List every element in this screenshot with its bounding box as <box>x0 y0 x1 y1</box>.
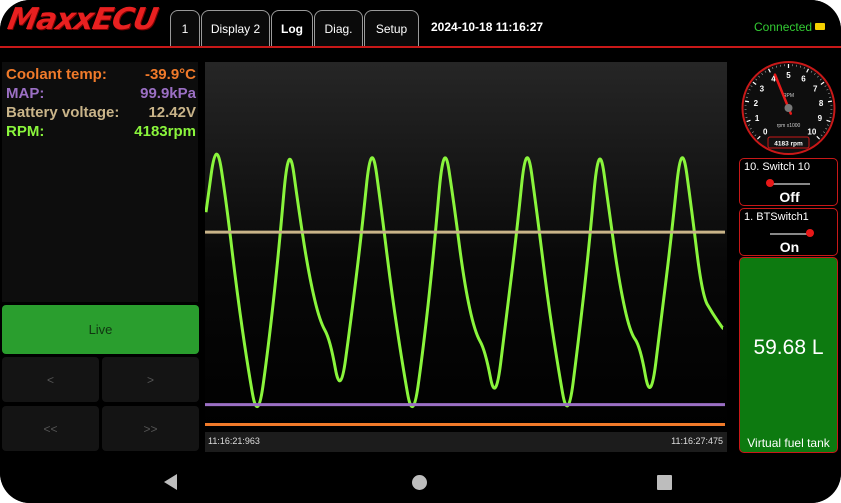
home-icon[interactable] <box>412 475 427 490</box>
value-row-rpm: RPM: 4183rpm <box>6 123 196 143</box>
virtual-fuel-tank-panel: 59.68 L Virtual fuel tank <box>739 257 838 453</box>
connection-indicator-icon <box>815 23 825 30</box>
fuel-panel-label: Virtual fuel tank <box>747 436 830 450</box>
tab-diag[interactable]: Diag. <box>314 10 363 46</box>
gauge-tick-label: 6 <box>801 75 806 84</box>
gauge-tick-label: 5 <box>786 71 791 80</box>
gauge-tick-label: 3 <box>760 85 765 94</box>
switch-10-card[interactable]: 10. Switch 10 Off <box>739 158 838 206</box>
value-row-battery: Battery voltage: 12.42V <box>6 104 196 124</box>
tab-setup[interactable]: Setup <box>364 10 419 46</box>
value-reading: 99.9kPa <box>140 85 196 102</box>
recent-apps-icon[interactable] <box>657 475 672 490</box>
gauge-tick-label: 7 <box>813 85 818 94</box>
gauge-tick-label: 0 <box>763 127 768 136</box>
gauge-tick <box>744 100 750 103</box>
gauge-scale-label: rpm x1000 <box>777 123 801 129</box>
step-forward-button[interactable]: > <box>102 357 199 402</box>
value-row-map: MAP: 99.9kPa <box>6 85 196 105</box>
gauge-hub <box>784 104 793 112</box>
switch-track <box>770 183 810 185</box>
live-values-panel: Coolant temp: -39.9°C MAP: 99.9kPa Batte… <box>2 62 198 302</box>
switch-title: 1. BTSwitch1 <box>744 211 809 223</box>
rpm-gauge: 01234 5 678910 RPM rpm x1000 4183 rpm <box>741 61 836 155</box>
fast-forward-button[interactable]: >> <box>102 406 199 451</box>
value-reading: -39.9°C <box>144 66 196 83</box>
gauge-tick-label: 2 <box>754 99 759 108</box>
switch-track <box>770 233 810 235</box>
gauge-readout: 4183 rpm <box>774 141 803 148</box>
value-label: MAP: <box>6 85 45 102</box>
tab-1[interactable]: 1 <box>170 10 200 46</box>
rewind-button[interactable]: << <box>2 406 99 451</box>
time-axis-strip <box>205 432 727 452</box>
value-label: Coolant temp: <box>6 66 107 83</box>
top-bar: MaxxECU 1 Display 2 Log Diag. Setup 2024… <box>0 0 841 48</box>
back-icon[interactable] <box>164 474 177 490</box>
gauge-tick-label: 8 <box>819 99 824 108</box>
value-row-coolant: Coolant temp: -39.9°C <box>6 66 196 86</box>
switch-state: On <box>779 239 800 255</box>
switch-knob[interactable] <box>806 229 814 237</box>
log-chart[interactable]: 11:16:21:963 11:16:27:475 <box>205 62 727 452</box>
gauge-tick-label: 10 <box>807 127 816 136</box>
switch-knob[interactable] <box>766 179 774 187</box>
connection-status: Connected <box>754 20 813 34</box>
header-divider <box>0 46 841 48</box>
switch-state: Off <box>779 189 800 205</box>
btswitch-1-card[interactable]: 1. BTSwitch1 On <box>739 208 838 256</box>
gauge-tick <box>827 100 833 103</box>
time-start-label: 11:16:21:963 <box>208 436 260 446</box>
maxxecu-logo: MaxxECU <box>4 2 160 37</box>
value-label: Battery voltage: <box>6 104 120 121</box>
live-button[interactable]: Live <box>2 305 199 354</box>
time-end-label: 11:16:27:475 <box>671 436 723 446</box>
value-label: RPM: <box>6 123 45 140</box>
gauge-tick-label: 9 <box>818 114 823 123</box>
step-back-button[interactable]: < <box>2 357 99 402</box>
fuel-level-value: 59.68 L <box>753 336 824 359</box>
value-reading: 12.42V <box>148 104 196 121</box>
tab-log[interactable]: Log <box>271 10 313 46</box>
log-chart-plot <box>205 62 727 452</box>
android-navigation-bar <box>0 462 841 503</box>
switch-title: 10. Switch 10 <box>744 161 811 173</box>
clock: 2024-10-18 11:16:27 <box>431 20 544 34</box>
tab-display-2[interactable]: Display 2 <box>201 10 270 46</box>
app-screen: MaxxECU 1 Display 2 Log Diag. Setup 2024… <box>0 0 841 503</box>
chart-background <box>205 62 727 432</box>
value-reading: 4183rpm <box>134 123 196 140</box>
gauge-tick-label: 1 <box>755 114 760 123</box>
